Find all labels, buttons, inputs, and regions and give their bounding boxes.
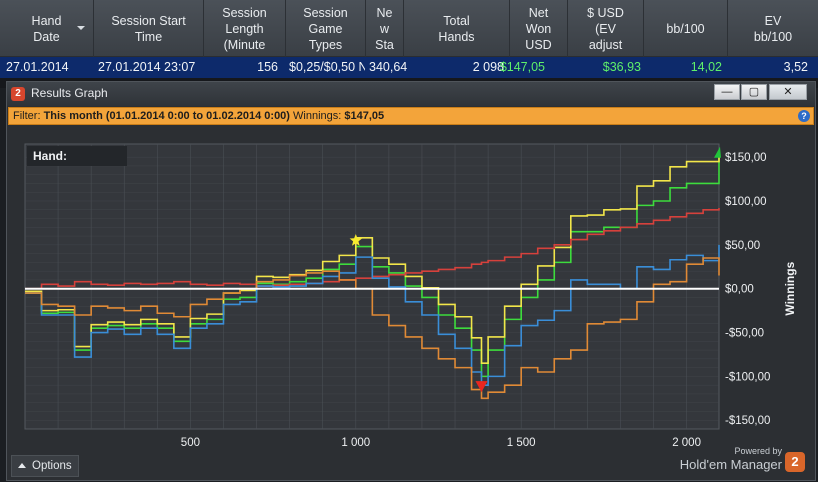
col-label: Ne w Sta (375, 5, 394, 52)
col-total-hands[interactable]: Total Hands (404, 0, 510, 57)
col-label: Session Game Types (303, 5, 348, 52)
col-label: Hand Date (31, 13, 62, 44)
options-button[interactable]: Options (11, 455, 79, 477)
col-label: bb/100 (666, 21, 705, 36)
y-tick-label: $150,00 (725, 152, 767, 164)
col-ev-bb100[interactable]: EV bb/100 (728, 0, 818, 57)
sessions-table-header: Hand Date Session Start Time Session Len… (0, 0, 818, 57)
col-bb100[interactable]: bb/100 (644, 0, 728, 57)
x-tick-label: 500 (181, 437, 200, 447)
winnings-value: $147,05 (344, 110, 385, 122)
session-row[interactable]: 27.01.2014 27.01.2014 23:07 156 $0,25/$0… (0, 57, 818, 78)
help-icon[interactable]: ? (798, 110, 810, 122)
cell-ev-bb100: 3,52 (783, 60, 808, 74)
results-graph-window: 2 Results Graph — ▢ ✕ Filter: This month… (6, 81, 816, 481)
close-button[interactable]: ✕ (769, 84, 807, 100)
hand-label: Hand: (33, 149, 67, 163)
col-net-won[interactable]: Net Won USD (510, 0, 568, 57)
hm2-app-icon: 2 (11, 87, 25, 101)
y-tick-label: $0,00 (725, 284, 754, 296)
x-tick-label: 1 500 (507, 437, 536, 447)
col-label: Session Length (Minute (222, 5, 267, 52)
cell-total-hands: 2 098 (472, 60, 504, 74)
cell-session-start: 27.01.2014 23:07 (98, 60, 196, 74)
caret-up-icon (18, 463, 26, 468)
y-tick-label: -$100,00 (725, 371, 770, 383)
cell-session-length: 156 (257, 60, 278, 74)
results-chart: Hand: $150,00 $100,00 $50,00 $0,00 -$50,00 -$1… (24, 143, 797, 447)
powered-by: Powered by Hold'em Manager (677, 446, 782, 473)
app-root: Hand Date Session Start Time Session Len… (0, 0, 818, 482)
filter-value: This month (01.01.2014 0:00 to 01.02.201… (43, 110, 290, 122)
sort-down-icon[interactable] (77, 26, 85, 30)
col-label: Net Won USD (525, 5, 552, 52)
powered-by-line1: Powered by (734, 446, 782, 456)
winnings-label: Winnings: (293, 110, 342, 122)
col-label: Session Start Time (111, 13, 186, 44)
minimize-button[interactable]: — (714, 84, 740, 100)
col-label: $ USD (EV adjust (587, 5, 624, 52)
col-game-types[interactable]: Session Game Types (286, 0, 366, 57)
hm2-logo-icon: 2 (785, 452, 805, 472)
y-tick-label: $100,00 (725, 196, 767, 208)
filter-prefix: Filter: (13, 110, 41, 122)
powered-by-line2: Hold'em Manager (679, 457, 782, 472)
col-session-start[interactable]: Session Start Time (94, 0, 204, 57)
options-label: Options (32, 460, 72, 472)
col-new-stack[interactable]: Ne w Sta (366, 0, 404, 57)
window-titlebar[interactable]: 2 Results Graph — ▢ ✕ (7, 82, 815, 106)
cell-ev-adjusted: $36,93 (602, 60, 641, 74)
window-title: Results Graph (31, 86, 108, 100)
cell-net-won: $147,05 (499, 60, 545, 74)
y-tick-label: $50,00 (725, 240, 760, 252)
col-ev-adjusted[interactable]: $ USD (EV adjust (568, 0, 644, 57)
col-hand-date[interactable]: Hand Date (0, 0, 94, 57)
maximize-button[interactable]: ▢ (741, 84, 767, 100)
y-axis-label: Winnings (783, 261, 797, 315)
col-label: Total Hands (438, 13, 475, 44)
filter-bar: Filter: This month (01.01.2014 0:00 to 0… (8, 107, 814, 125)
x-tick-label: 1 000 (341, 437, 370, 447)
plot-area (24, 143, 720, 430)
col-session-length[interactable]: Session Length (Minute (204, 0, 286, 57)
cell-game-types: $0,25/$0,50 N (289, 60, 365, 74)
cell-bb100: 14,02 (690, 60, 722, 74)
cell-new-stack: 340,64 (369, 60, 408, 74)
cell-hand-date: 27.01.2014 (6, 60, 69, 74)
y-tick-label: -$150,00 (725, 415, 770, 427)
col-label: EV bb/100 (753, 13, 793, 44)
y-tick-label: -$50,00 (725, 328, 764, 340)
